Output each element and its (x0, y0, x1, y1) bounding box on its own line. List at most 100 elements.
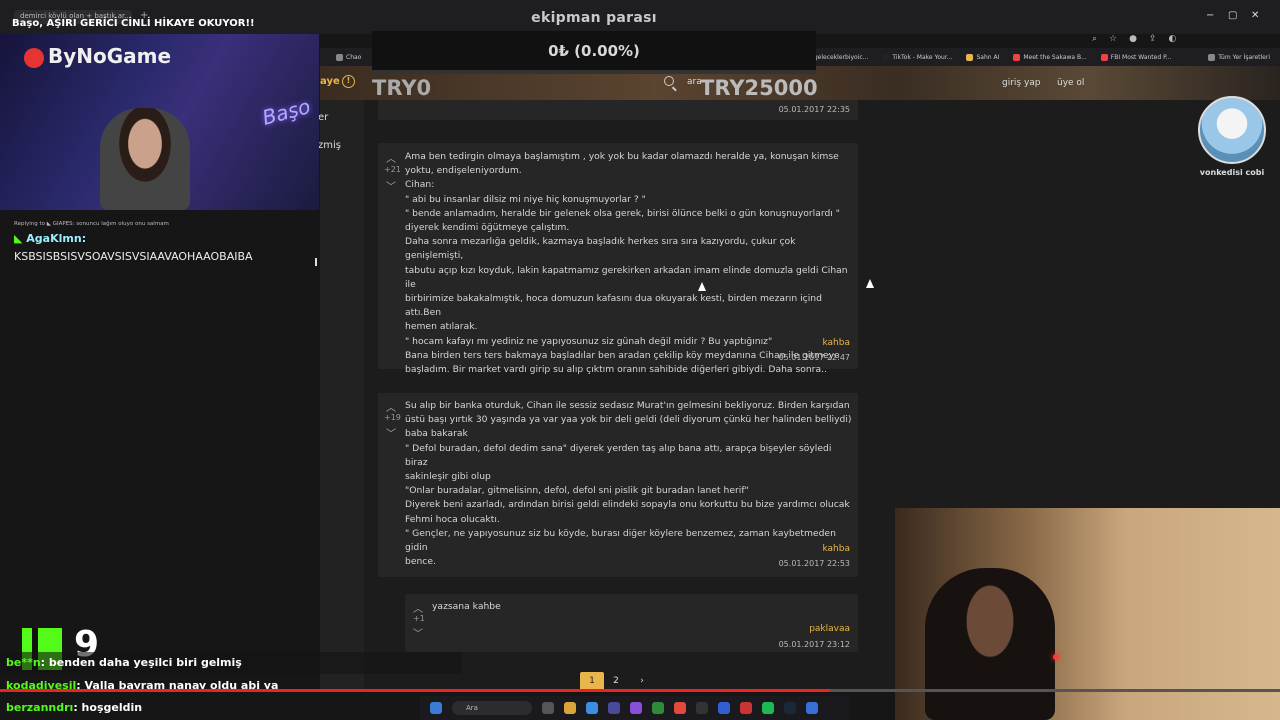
zoom-icon[interactable]: ⌕ (1092, 34, 1097, 44)
signup-link[interactable]: üye ol (1057, 78, 1084, 88)
goal-title: ekipman parası (531, 10, 657, 26)
post-line: " Defol buradan, defol dedim sana" diyer… (405, 442, 832, 468)
bynogame-logo-icon (24, 48, 44, 68)
post-line: " bende anlamadım, heralde bir gelenek o… (405, 207, 841, 219)
post-line: Diyerek beni azarladı, ardından birisi g… (405, 499, 850, 511)
warning-icon[interactable]: ! (342, 75, 355, 88)
app-icon[interactable] (652, 702, 664, 714)
bookmark-item[interactable]: Chao (336, 53, 361, 61)
vote-count: +21 (384, 165, 401, 174)
youtube-icon (1100, 53, 1108, 61)
bookmark-item[interactable]: TikTok - Make Your... (882, 53, 952, 61)
feed-line: be**n: benden daha yeşilci biri gelmiş (0, 652, 462, 674)
maximize-button[interactable]: ▢ (1228, 10, 1237, 21)
upvote-icon[interactable]: ︿ (386, 150, 396, 165)
app-icon[interactable] (740, 702, 752, 714)
post-line: sakinleşir gibi olup (405, 471, 491, 483)
upvote-icon[interactable]: ︿ (413, 600, 423, 615)
youtube-icon (1013, 53, 1021, 61)
folder-icon (336, 53, 343, 61)
search-icon[interactable] (664, 76, 674, 86)
goal-max: TRY25000 (700, 76, 818, 100)
task-view-icon[interactable] (542, 702, 554, 714)
bookmark-item[interactable]: FBI Most Wanted P... (1100, 53, 1171, 61)
bookmark-item[interactable]: Sahn AI (966, 53, 999, 61)
chat-message: KSBSISBSISVSOAVSISVSIAAVAOHAAOBAIBA (14, 250, 253, 263)
downvote-icon[interactable]: ﹀ (413, 625, 423, 640)
post-line: yoktu, endişeleniyordum. (405, 165, 522, 177)
post-line: Fehmi hoca olucaktı. (405, 513, 500, 525)
folder-icon (1208, 53, 1216, 61)
post-body: yazsana kahbe (432, 601, 501, 612)
nav-link[interactable]: aye (320, 76, 340, 87)
post-line: diyerek kendimi öğütmeye çalıştım. (405, 222, 570, 234)
post-line: başladım. Bir market vardı girip su alıp… (405, 364, 827, 376)
feed-line: berzanndrı: hoşgeldin (6, 701, 143, 714)
minimize-button[interactable]: − (1206, 10, 1214, 21)
goal-current: 0₺ (0.00%) (372, 31, 816, 71)
post-line: hemen atılarak. (405, 321, 478, 333)
downvote-icon[interactable]: ﹀ (386, 178, 396, 193)
site-icon (966, 53, 974, 61)
vote-count: +19 (384, 413, 401, 422)
extension-icon[interactable]: ● (1129, 34, 1137, 44)
post-line: Cihan: (405, 179, 435, 191)
post-line: Daha sonra mezarlığa geldik, kazmaya baş… (405, 236, 796, 262)
star-icon[interactable]: ☆ (1109, 34, 1117, 44)
kick-badge-icon: ◣ (14, 232, 27, 245)
close-button[interactable]: ✕ (1251, 10, 1259, 21)
post-line: Su alıp bir banka oturduk, Cihan ile ses… (405, 400, 850, 411)
taskbar-search[interactable]: Ara (452, 701, 532, 715)
spotify-icon[interactable] (762, 702, 774, 714)
side-menu-item[interactable]: er (318, 112, 328, 123)
profile-icon[interactable]: ◐ (1169, 34, 1177, 44)
bookmark-item[interactable]: Meet the Sakawa B... (1013, 53, 1087, 61)
post-line: "Onlar buradalar, gitmelisinn, defol, de… (405, 485, 749, 497)
cat-avatar-icon[interactable] (1198, 96, 1266, 164)
post-line: tabutu açıp kızı koyduk, lakin kapatmamı… (405, 264, 848, 290)
login-link[interactable]: giriş yap (1002, 78, 1041, 88)
upvote-icon[interactable]: ︿ (386, 399, 396, 414)
post-timestamp: 05.01.2017 22:35 (778, 105, 850, 114)
all-bookmarks[interactable]: Tüm Yer İşaretleri (1208, 53, 1280, 61)
chat-reply-context: Replying to ◣ GIAPES: sonuncu lağım oluy… (14, 221, 169, 227)
obs-icon[interactable] (696, 702, 708, 714)
app-icon[interactable] (630, 702, 642, 714)
stream-title: Başo, AŞIRI GERİCİ CİNLİ HİKAYE OKUYOR!! (12, 18, 255, 29)
post-line: üstü başı yırtık 30 yaşında ya var yaa y… (405, 414, 852, 426)
streamer-figure (100, 108, 190, 210)
goal-progress-track (372, 70, 816, 74)
file-explorer-icon[interactable] (564, 702, 576, 714)
post-author[interactable]: kahba (700, 338, 850, 348)
chrome-icon[interactable] (674, 702, 686, 714)
app-icon[interactable] (806, 702, 818, 714)
avatar-caption: vonkedisi cobi (1199, 168, 1265, 177)
post-author[interactable]: kahba (700, 544, 850, 554)
chat-username: ◣ AgaKlmn: (14, 232, 87, 245)
post-line: " abi bu insanlar dilsiz mi niye hiç kon… (405, 193, 646, 205)
windows-start-icon[interactable] (430, 702, 442, 714)
mouse-cursor-icon (698, 282, 706, 291)
post-author[interactable]: paklavaa (700, 624, 850, 634)
video-progress-remaining[interactable] (830, 689, 1280, 692)
guest-figure (925, 568, 1055, 720)
post-line: Ama ben tedirgin olmaya başlamıştım , yo… (405, 151, 839, 162)
post-timestamp: 05.01.2017 22:53 (778, 559, 850, 568)
steam-icon[interactable] (784, 702, 796, 714)
vote-count: +1 (413, 614, 425, 623)
video-progress-played[interactable] (0, 689, 830, 692)
app-icon[interactable] (608, 702, 620, 714)
side-menu-item[interactable]: zmiş (318, 140, 341, 151)
address-bar-icons: ⌕ ☆ ● ⇪ ◐ (1092, 34, 1176, 44)
tiktok-icon (882, 53, 890, 61)
taskbar: Ara (420, 696, 850, 720)
neon-sign: Başo (259, 94, 313, 130)
share-icon[interactable]: ⇪ (1149, 34, 1157, 44)
side-menu (320, 100, 364, 690)
goal-min: TRY0 (372, 76, 432, 100)
browser-icon[interactable] (586, 702, 598, 714)
feed-line: kodadiyesil: Valla bayram nanay oldu abi… (6, 679, 279, 692)
app-icon[interactable] (718, 702, 730, 714)
downvote-icon[interactable]: ﹀ (386, 425, 396, 440)
post-line: birbirimize bakakalmıştık, hoca domuzun … (405, 293, 822, 319)
